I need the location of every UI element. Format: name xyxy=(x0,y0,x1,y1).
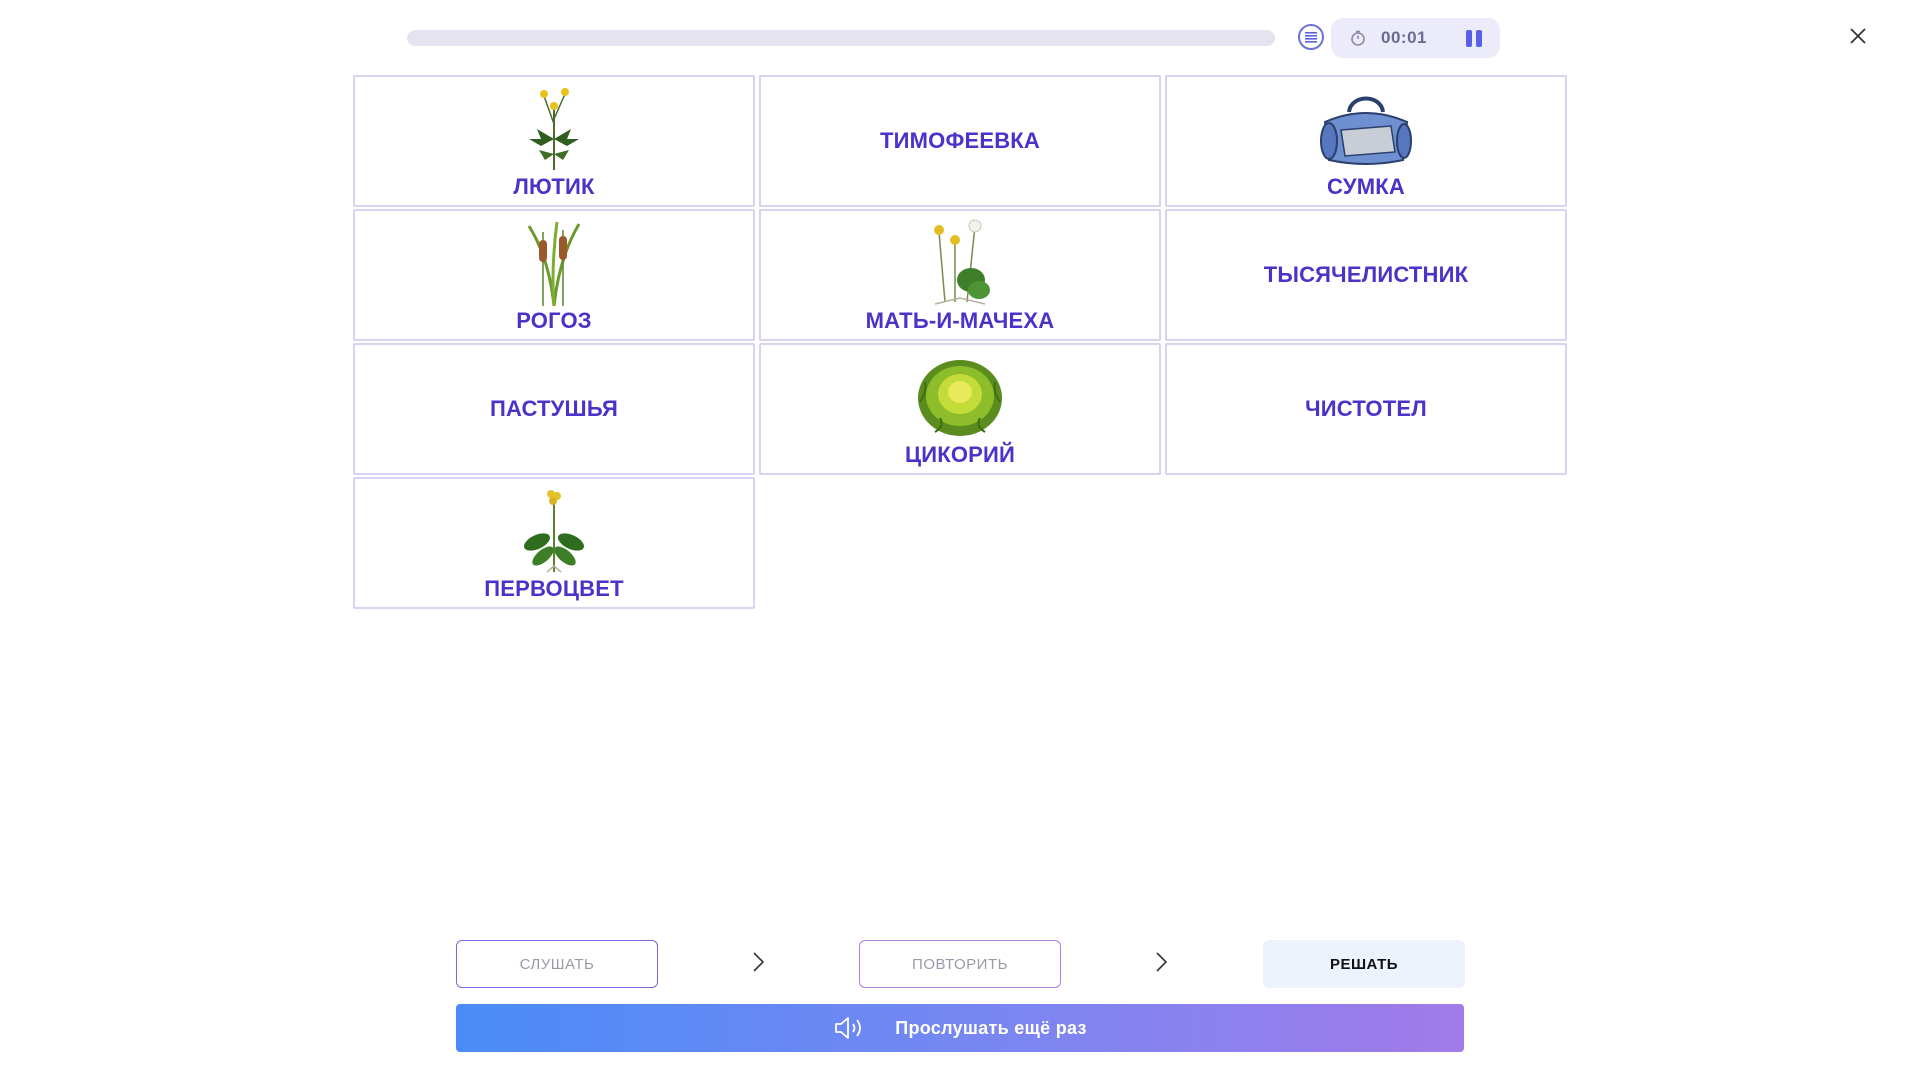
list-icon xyxy=(1305,32,1317,43)
card-5[interactable]: МАТЬ-И-МАЧЕХА xyxy=(759,209,1161,341)
buttercup-plant-image xyxy=(529,88,579,170)
pause-button[interactable] xyxy=(1466,29,1482,47)
timer-value: 00:01 xyxy=(1381,28,1427,47)
card-label: ЦИКОРИЙ xyxy=(904,442,1016,467)
progress-bar xyxy=(407,30,1275,46)
chicory-lettuce-image xyxy=(918,360,1002,436)
cattail-plant-image xyxy=(527,221,581,306)
close-icon[interactable] xyxy=(1846,24,1870,48)
card-label: ПЕРВОЦВЕТ xyxy=(484,576,624,601)
card-9[interactable]: ЧИСТОТЕЛ xyxy=(1165,343,1567,475)
card-label: РОГОЗ xyxy=(516,308,592,333)
card-3[interactable]: СУМКА xyxy=(1165,75,1567,207)
card-label: ЧИСТОТЕЛ xyxy=(1305,396,1427,421)
timer: 00:01 xyxy=(1331,18,1500,58)
game-screen: 00:01 ЛЮТИК ТИМОФЕЕВКА СУМКА РОГОЗ МАТЬ-… xyxy=(0,0,1920,1080)
duffel-bag-image xyxy=(1320,96,1412,165)
repeat-step-button[interactable]: ПОВТОРИТЬ xyxy=(859,940,1061,988)
card-label: МАТЬ-И-МАЧЕХА xyxy=(865,308,1055,333)
replay-audio-button[interactable]: Прослушать ещё раз xyxy=(456,1004,1464,1052)
card-8[interactable]: ЦИКОРИЙ xyxy=(759,343,1161,475)
listen-step-button[interactable]: СЛУШАТЬ xyxy=(456,940,658,988)
card-1[interactable]: ЛЮТИК xyxy=(353,75,755,207)
card-label: ТИМОФЕЕВКА xyxy=(879,128,1041,153)
solve-step-button[interactable]: РЕШАТЬ xyxy=(1263,940,1465,988)
stopwatch-icon xyxy=(1351,30,1365,46)
card-label: ЛЮТИК xyxy=(513,174,595,199)
primrose-plant-image xyxy=(523,490,585,573)
list-button[interactable] xyxy=(1298,24,1324,50)
chevron-right-icon xyxy=(1156,952,1168,972)
pause-icon xyxy=(1466,29,1472,47)
card-2[interactable]: ТИМОФЕЕВКА xyxy=(759,75,1161,207)
replay-label: Прослушать ещё раз xyxy=(895,1017,1087,1038)
card-label: ТЫСЯЧЕЛИСТНИК xyxy=(1263,262,1469,287)
card-label: ПАСТУШЬЯ xyxy=(489,396,619,421)
card-label: СУМКА xyxy=(1327,174,1405,199)
card-10[interactable]: ПЕРВОЦВЕТ xyxy=(353,477,755,609)
coltsfoot-plant-image xyxy=(934,219,990,305)
chevron-right-icon xyxy=(753,952,765,972)
answer-grid: ЛЮТИК ТИМОФЕЕВКА СУМКА РОГОЗ МАТЬ-И-МАЧЕ… xyxy=(353,75,1567,609)
card-7[interactable]: ПАСТУШЬЯ xyxy=(353,343,755,475)
card-6[interactable]: ТЫСЯЧЕЛИСТНИК xyxy=(1165,209,1567,341)
speaker-icon xyxy=(835,1017,862,1039)
card-4[interactable]: РОГОЗ xyxy=(353,209,755,341)
